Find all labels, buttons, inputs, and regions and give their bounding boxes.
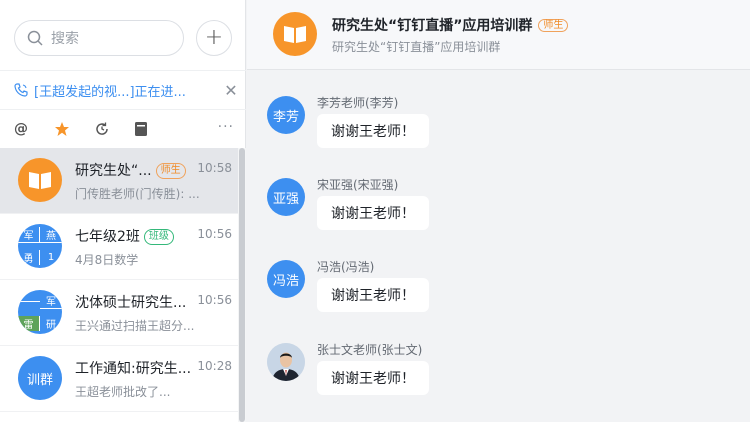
conversation-list: 研究生处“... 师生 10:58 门传胜老师(门传胜): ... 军 燕 勇 1… [0, 148, 238, 422]
person-photo-icon [267, 343, 305, 381]
scrollbar-track[interactable] [238, 148, 246, 422]
search-placeholder: 搜索 [51, 31, 79, 47]
conversation-item[interactable]: 训群 工作通知:研究生... 10:28 王超老师批改了... [0, 346, 238, 412]
group-avatar [18, 158, 62, 202]
scrollbar-thumb[interactable] [239, 148, 245, 422]
group-avatar: 军 雷 研 [18, 290, 62, 334]
sender-avatar[interactable]: 冯浩 [267, 260, 305, 298]
conversation-name: 工作通知:研究生... [75, 361, 192, 377]
group-avatar: 军 燕 勇 1 [18, 224, 62, 268]
chat-header: 研究生处“钉钉直播”应用培训群 师生 研究生处“钉钉直播”应用培训群 [247, 0, 750, 70]
conversation-time: 10:56 [197, 293, 232, 307]
conversation-time: 10:28 [197, 359, 232, 373]
group-avatar: 训群 [18, 356, 62, 400]
chat-subtitle: 研究生处“钉钉直播”应用培训群 [332, 40, 501, 54]
conversation-name: 七年级2班 班级 [75, 226, 174, 246]
search-icon [27, 30, 43, 46]
conversation-time: 10:56 [197, 227, 232, 241]
conversation-name: 研究生处“... 师生 [75, 160, 186, 180]
group-avatar[interactable] [273, 12, 317, 56]
sender-name: 冯浩(冯浩) [317, 260, 375, 274]
sender-avatar[interactable]: 李芳 [267, 96, 305, 134]
conversation-sidebar: 搜索 + [王超发起的视...]正在进... ✕ @ ··· 研究生处“... … [0, 0, 246, 422]
conversation-time: 10:58 [197, 161, 232, 175]
history-icon[interactable] [94, 119, 134, 139]
sender-avatar[interactable] [267, 343, 305, 381]
at-icon[interactable]: @ [14, 119, 54, 139]
message-bubble[interactable]: 谢谢王老师！ [317, 196, 429, 230]
conversation-preview: 门传胜老师(门传胜): ... [75, 187, 200, 201]
phone-call-icon [14, 83, 28, 97]
live-broadcast-bar[interactable]: [王超发起的视...]正在进... ✕ [0, 70, 246, 110]
conversation-item[interactable]: 军 燕 勇 1 七年级2班 班级 10:56 4月8日数学 [0, 214, 238, 280]
message-item: 李芳 李芳老师(李芳) 谢谢王老师！ [267, 96, 737, 166]
message-bubble[interactable]: 谢谢王老师！ [317, 114, 429, 148]
message-item: 冯浩 冯浩(冯浩) 谢谢王老师！ [267, 260, 737, 330]
add-button[interactable]: + [196, 20, 232, 56]
teacher-student-badge: 师生 [538, 19, 569, 32]
sender-name: 宋亚强(宋亚强) [317, 178, 399, 192]
teacher-student-badge: 师生 [155, 163, 186, 179]
star-icon[interactable] [54, 119, 94, 139]
conversation-preview: 王超老师批改了... [75, 385, 171, 399]
message-item: 张士文老师(张士文) 谢谢王老师！ [267, 343, 737, 413]
message-item: 亚强 宋亚强(宋亚强) 谢谢王老师！ [267, 178, 737, 248]
sender-name: 张士文老师(张士文) [317, 343, 423, 357]
conversation-preview: 4月8日数学 [75, 253, 139, 267]
conversation-item[interactable]: 研究生处“... 师生 10:58 门传胜老师(门传胜): ... [0, 148, 238, 214]
conversation-item[interactable]: 军 雷 研 沈体硕士研究生... 10:56 王兴通过扫描王超分... [0, 280, 238, 346]
message-bubble[interactable]: 谢谢王老师！ [317, 361, 429, 395]
filter-bar: @ ··· [0, 112, 246, 146]
class-badge: 班级 [143, 229, 174, 245]
sender-name: 李芳老师(李芳) [317, 96, 399, 110]
archive-icon[interactable] [134, 119, 174, 139]
live-bar-text: [王超发起的视...]正在进... [34, 84, 186, 100]
conversation-name: 沈体硕士研究生... [75, 295, 187, 311]
conversation-preview: 王兴通过扫描王超分... [75, 319, 195, 333]
more-icon[interactable]: ··· [218, 119, 234, 135]
sender-avatar[interactable]: 亚强 [267, 178, 305, 216]
message-bubble[interactable]: 谢谢王老师！ [317, 278, 429, 312]
chat-title: 研究生处“钉钉直播”应用培训群 师生 [332, 15, 569, 35]
search-input[interactable]: 搜索 [14, 20, 184, 56]
close-icon[interactable]: ✕ [216, 81, 246, 100]
